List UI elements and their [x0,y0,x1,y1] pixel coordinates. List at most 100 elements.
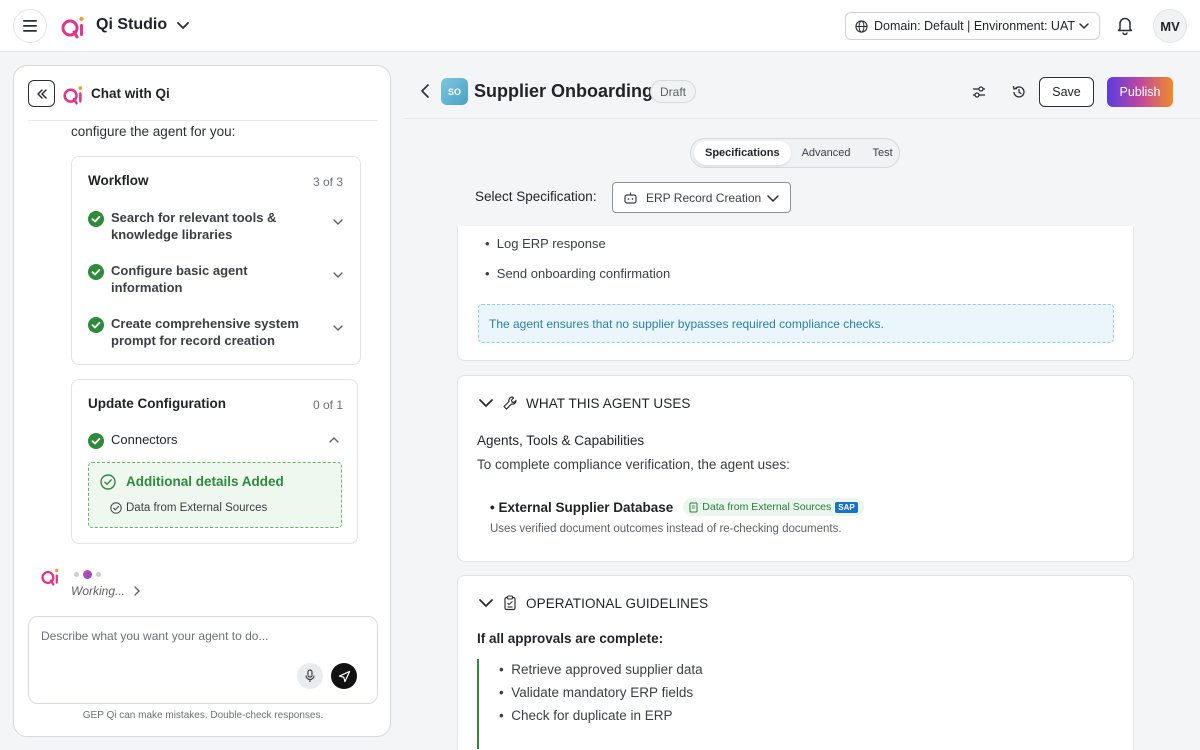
tool-source-label: Data from External Sources [702,501,832,513]
workflow-progress: 3 of 3 [313,175,344,189]
agent-badge: SO [441,78,468,105]
chat-title: Chat with Qi [91,86,170,101]
tool-item: • External Supplier Database Data from E… [490,498,864,516]
tab-test[interactable]: Test [862,141,904,165]
back-arrow-icon[interactable] [419,82,433,100]
disclaimer-text: GEP Qi can make mistakes. Double-check r… [82,710,324,721]
operational-guidelines-title: OPERATIONAL GUIDELINES [526,595,709,611]
guideline-condition: If all approvals are complete: [477,631,664,646]
tool-description: Uses verified document outcomes instead … [490,523,842,535]
workflow-title: Workflow [88,173,149,188]
chevron-down-icon [333,219,343,225]
chevron-right-icon[interactable] [132,585,142,597]
workflow-step[interactable]: Search for relevant tools & knowledge li… [88,210,358,243]
double-chevron-left-icon [36,88,47,99]
check-circle-outline-icon [110,502,122,514]
list-item-text: Send onboarding confirmation [496,266,671,281]
typing-indicator [74,570,101,579]
clipboard-icon [504,595,516,611]
additional-details-source: Data from External Sources [126,502,268,514]
menu-button[interactable] [13,9,47,43]
chevron-down-icon [479,399,493,408]
domain-environment-select[interactable]: Domain: Default | Environment: UAT [845,12,1100,40]
update-configuration-progress: 0 of 1 [313,398,344,412]
send-icon [338,670,350,682]
connectors-label: Connectors [111,432,178,447]
chevron-down-icon [1079,23,1089,30]
chat-message-text: configure the agent for you: [71,124,236,139]
check-circle-icon [88,317,104,333]
workflow-step-label: Search for relevant tools & knowledge li… [111,210,277,242]
update-configuration-card: Update Configuration 0 of 1 Connectors A… [71,379,358,544]
publish-button[interactable]: Publish [1107,77,1173,107]
divider [28,120,377,121]
specification-label: Select Specification: [475,189,597,204]
tab-specifications[interactable]: Specifications [694,141,791,165]
chat-panel: Chat with Qi configure the agent for you… [13,65,391,737]
chevron-down-icon [767,194,779,202]
microphone-icon [305,669,315,682]
tab-bar: Specifications Advanced Test [690,138,900,168]
qi-logo-icon [41,568,59,586]
history-icon[interactable] [1011,84,1027,100]
check-circle-icon [88,264,104,280]
typing-dot [74,572,79,577]
list-item: • Retrieve approved supplier data [499,662,703,677]
user-avatar[interactable]: MV [1153,9,1187,43]
chevron-down-icon [333,325,343,331]
capabilities-text: To complete compliance verification, the… [477,457,790,472]
collapse-chat-button[interactable] [28,80,55,107]
chat-input[interactable] [41,629,361,659]
list-item: • Log ERP response [485,236,606,251]
typing-dot [96,572,101,577]
list-item-text: Retrieve approved supplier data [511,662,703,677]
app-name: Qi Studio [96,16,168,33]
sap-logo: SAP [835,501,858,513]
chevron-down-icon [479,599,493,608]
list-item: • Send onboarding confirmation [485,266,671,281]
document-icon [689,502,698,512]
update-configuration-title: Update Configuration [88,396,226,411]
specification-content[interactable]: • Log ERP response • Send onboarding con… [404,226,1200,750]
globe-icon [855,19,868,33]
chevron-down-icon [333,272,343,278]
typing-dot [83,570,92,579]
specification-select[interactable]: ERP Record Creation [612,182,791,213]
operational-guidelines-header[interactable]: OPERATIONAL GUIDELINES [478,595,708,611]
connectors-step[interactable]: Connectors [88,432,346,449]
compliance-note: The agent ensures that no supplier bypas… [478,304,1114,343]
guideline-accent-bar [477,659,479,749]
bell-icon[interactable] [1116,15,1134,35]
chevron-up-icon [329,437,339,443]
microphone-button[interactable] [297,663,323,689]
agent-uses-title: WHAT THIS AGENT USES [526,395,691,411]
list-item: • Validate mandatory ERP fields [499,685,694,700]
specification-select-value: ERP Record Creation [646,190,762,205]
steps-section: • Log ERP response • Send onboarding con… [457,226,1134,361]
workflow-step[interactable]: Configure basic agent information [88,263,358,296]
check-circle-icon [88,211,104,227]
qi-logo-icon [61,16,84,39]
tools-icon [503,396,517,410]
settings-sliders-icon[interactable] [971,84,987,100]
agent-uses-section: WHAT THIS AGENT USES Agents, Tools & Cap… [457,375,1134,562]
additional-details-title: Additional details Added [126,474,284,489]
workflow-step-label: Create comprehensive system prompt for r… [111,316,299,348]
capabilities-title: Agents, Tools & Capabilities [477,433,645,448]
check-circle-icon [88,433,104,449]
list-item-text: Log ERP response [496,236,606,251]
workflow-step-label: Configure basic agent information [111,263,248,295]
workflow-step[interactable]: Create comprehensive system prompt for r… [88,316,358,349]
tab-advanced[interactable]: Advanced [791,141,862,165]
agent-uses-header[interactable]: WHAT THIS AGENT USES [478,395,691,411]
check-circle-outline-icon [100,474,116,490]
hamburger-icon [23,20,37,32]
operational-guidelines-section: OPERATIONAL GUIDELINES If all approvals … [457,575,1134,750]
top-bar: Qi Studio Domain: Default | Environment:… [0,0,1200,52]
save-button[interactable]: Save [1039,77,1094,107]
send-button[interactable] [331,663,357,689]
domain-select-value: Domain: Default | Environment: UAT [874,19,1076,33]
chevron-down-icon[interactable] [175,17,191,33]
workflow-card: Workflow 3 of 3 Search for relevant tool… [71,156,361,365]
list-item-text: Check for duplicate in ERP [511,708,673,723]
